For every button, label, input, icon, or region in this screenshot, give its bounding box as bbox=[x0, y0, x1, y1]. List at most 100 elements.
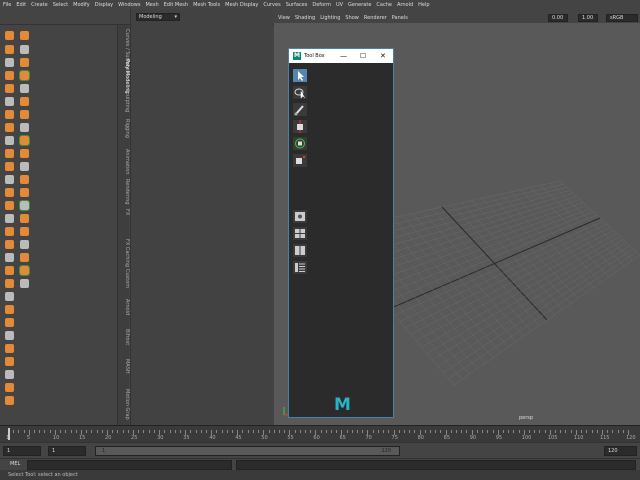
shelf-extrude-icon[interactable] bbox=[20, 97, 29, 106]
shelf-tab-arnold[interactable]: Arnold bbox=[118, 299, 130, 315]
menu-edit-mesh[interactable]: Edit Mesh bbox=[164, 2, 188, 8]
outliner-layout-icon[interactable] bbox=[292, 260, 308, 275]
shelf-extrude-icon[interactable] bbox=[5, 110, 14, 119]
menu-modify[interactable]: Modify bbox=[73, 2, 90, 8]
shelf-sphere-icon[interactable] bbox=[5, 175, 14, 184]
shelf-cube-icon[interactable] bbox=[5, 162, 14, 171]
shelf-bridge-icon[interactable] bbox=[20, 253, 29, 262]
viewport-exposure-field[interactable]: 0.00 bbox=[548, 14, 568, 22]
lasso-tool-icon[interactable] bbox=[292, 85, 308, 100]
time-slider[interactable]: 1510152025303540455055606570758085909510… bbox=[0, 425, 640, 442]
shelf-sphere-icon[interactable] bbox=[5, 305, 14, 314]
viewport-menu-lighting[interactable]: Lighting bbox=[320, 15, 340, 21]
shelf-cylinder-icon[interactable] bbox=[5, 318, 14, 327]
range-slider[interactable]: 1 120 bbox=[95, 446, 400, 456]
maximize-button[interactable]: ☐ bbox=[360, 49, 366, 63]
shelf-sphere-icon[interactable] bbox=[5, 45, 14, 54]
menu-file[interactable]: File bbox=[3, 2, 11, 8]
shelf-cylinder-icon[interactable] bbox=[20, 45, 29, 54]
shelf-tab-custom[interactable]: Custom bbox=[118, 269, 130, 288]
viewport-menu-renderer[interactable]: Renderer bbox=[364, 15, 387, 21]
rotate-tool-icon[interactable] bbox=[292, 136, 308, 151]
shelf-plane-icon[interactable] bbox=[20, 214, 29, 223]
menu-windows[interactable]: Windows bbox=[118, 2, 140, 8]
menu-generate[interactable]: Generate bbox=[348, 2, 371, 8]
viewport-gamma-field[interactable]: 1.00 bbox=[578, 14, 598, 22]
shelf-bevel-icon[interactable] bbox=[20, 110, 29, 119]
two-view-layout-icon[interactable] bbox=[292, 243, 308, 258]
shelf-bridge-icon[interactable] bbox=[5, 396, 14, 405]
scale-tool-icon[interactable] bbox=[292, 153, 308, 168]
shelf-cube-icon[interactable] bbox=[20, 279, 29, 288]
mode-select[interactable]: Modeling ▾ bbox=[136, 13, 180, 21]
shelf-cone-icon[interactable] bbox=[5, 71, 14, 80]
shelf-cube-icon[interactable] bbox=[5, 292, 14, 301]
shelf-cone-icon[interactable] bbox=[5, 331, 14, 340]
mel-input[interactable] bbox=[27, 460, 232, 470]
shelf-bridge-icon[interactable] bbox=[20, 123, 29, 132]
menu-mesh-tools[interactable]: Mesh Tools bbox=[193, 2, 220, 8]
shelf-merge-icon[interactable] bbox=[5, 149, 14, 158]
menu-display[interactable]: Display bbox=[95, 2, 113, 8]
shelf-plane-icon[interactable] bbox=[5, 357, 14, 366]
viewport-menu-show[interactable]: Show bbox=[345, 15, 359, 21]
shelf-plane-icon[interactable] bbox=[5, 97, 14, 106]
shelf-tab-rendering[interactable]: Rendering bbox=[118, 179, 130, 205]
minimize-button[interactable]: — bbox=[340, 49, 347, 63]
shelf-tab-animation[interactable]: Animation bbox=[118, 149, 130, 175]
shelf-tab-rigging[interactable]: Rigging bbox=[118, 119, 130, 138]
shelf-sphere-icon[interactable] bbox=[20, 31, 29, 40]
current-time-marker[interactable] bbox=[8, 428, 10, 440]
close-button[interactable]: ✕ bbox=[380, 49, 386, 63]
shelf-cube-icon[interactable] bbox=[5, 31, 14, 40]
shelf-tab-mash[interactable]: MASH bbox=[118, 359, 130, 374]
move-tool-icon[interactable] bbox=[292, 119, 308, 134]
menu-create[interactable]: Create bbox=[31, 2, 48, 8]
shelf-extrude-icon[interactable] bbox=[20, 227, 29, 236]
shelf-extrude-icon[interactable] bbox=[5, 370, 14, 379]
shelf-cone-icon[interactable] bbox=[20, 58, 29, 67]
viewport-menu-shading[interactable]: Shading bbox=[295, 15, 315, 21]
shelf-bevel-icon[interactable] bbox=[5, 123, 14, 132]
viewport-menu-view[interactable]: View bbox=[278, 15, 290, 21]
shelf-cube-icon[interactable] bbox=[20, 149, 29, 158]
menu-uv[interactable]: UV bbox=[336, 2, 343, 8]
shelf-torus-icon[interactable] bbox=[19, 200, 30, 211]
shelf-bevel-icon[interactable] bbox=[20, 240, 29, 249]
shelf-bridge-icon[interactable] bbox=[5, 266, 14, 275]
shelf-torus-icon[interactable] bbox=[19, 70, 30, 81]
shelf-cylinder-icon[interactable] bbox=[5, 58, 14, 67]
menu-arnold[interactable]: Arnold bbox=[397, 2, 413, 8]
shelf-cylinder-icon[interactable] bbox=[20, 175, 29, 184]
shelf-plane-icon[interactable] bbox=[20, 84, 29, 93]
shelf-merge-icon[interactable] bbox=[5, 279, 14, 288]
four-view-layout-icon[interactable] bbox=[292, 226, 308, 241]
select-tool-icon[interactable] bbox=[292, 68, 308, 83]
menu-deform[interactable]: Deform bbox=[312, 2, 331, 8]
paint-select-tool-icon[interactable] bbox=[292, 102, 308, 117]
anim-start-field[interactable]: 1 bbox=[48, 446, 86, 456]
viewport-menu-panels[interactable]: Panels bbox=[392, 15, 408, 21]
shelf-tab-fx-caching[interactable]: FX Caching bbox=[118, 239, 130, 267]
shelf-tab-fx[interactable]: FX bbox=[118, 209, 130, 215]
end-frame-field[interactable]: 120 bbox=[604, 446, 637, 456]
shelf-tab-sculpting[interactable]: Sculpting bbox=[118, 89, 130, 112]
shelf-sphere-icon[interactable] bbox=[20, 162, 29, 171]
shelf-bridge-icon[interactable] bbox=[5, 136, 14, 145]
shelf-bevel-icon[interactable] bbox=[5, 253, 14, 262]
menu-mesh-display[interactable]: Mesh Display bbox=[225, 2, 258, 8]
shelf-torus-icon[interactable] bbox=[5, 214, 14, 223]
menu-curves[interactable]: Curves bbox=[263, 2, 280, 8]
shelf-torus-icon[interactable] bbox=[5, 84, 14, 93]
shelf-merge-icon[interactable] bbox=[19, 265, 30, 276]
shelf-cylinder-icon[interactable] bbox=[5, 188, 14, 197]
shelf-cone-icon[interactable] bbox=[5, 201, 14, 210]
shelf-cone-icon[interactable] bbox=[20, 188, 29, 197]
menu-select[interactable]: Select bbox=[53, 2, 68, 8]
menu-mesh[interactable]: Mesh bbox=[145, 2, 158, 8]
shelf-plane-icon[interactable] bbox=[5, 227, 14, 236]
menu-edit[interactable]: Edit bbox=[16, 2, 26, 8]
toolbox-window[interactable]: M Tool Box — ☐ ✕ M bbox=[288, 48, 394, 418]
shelf-bevel-icon[interactable] bbox=[5, 383, 14, 392]
menu-help[interactable]: Help bbox=[418, 2, 429, 8]
